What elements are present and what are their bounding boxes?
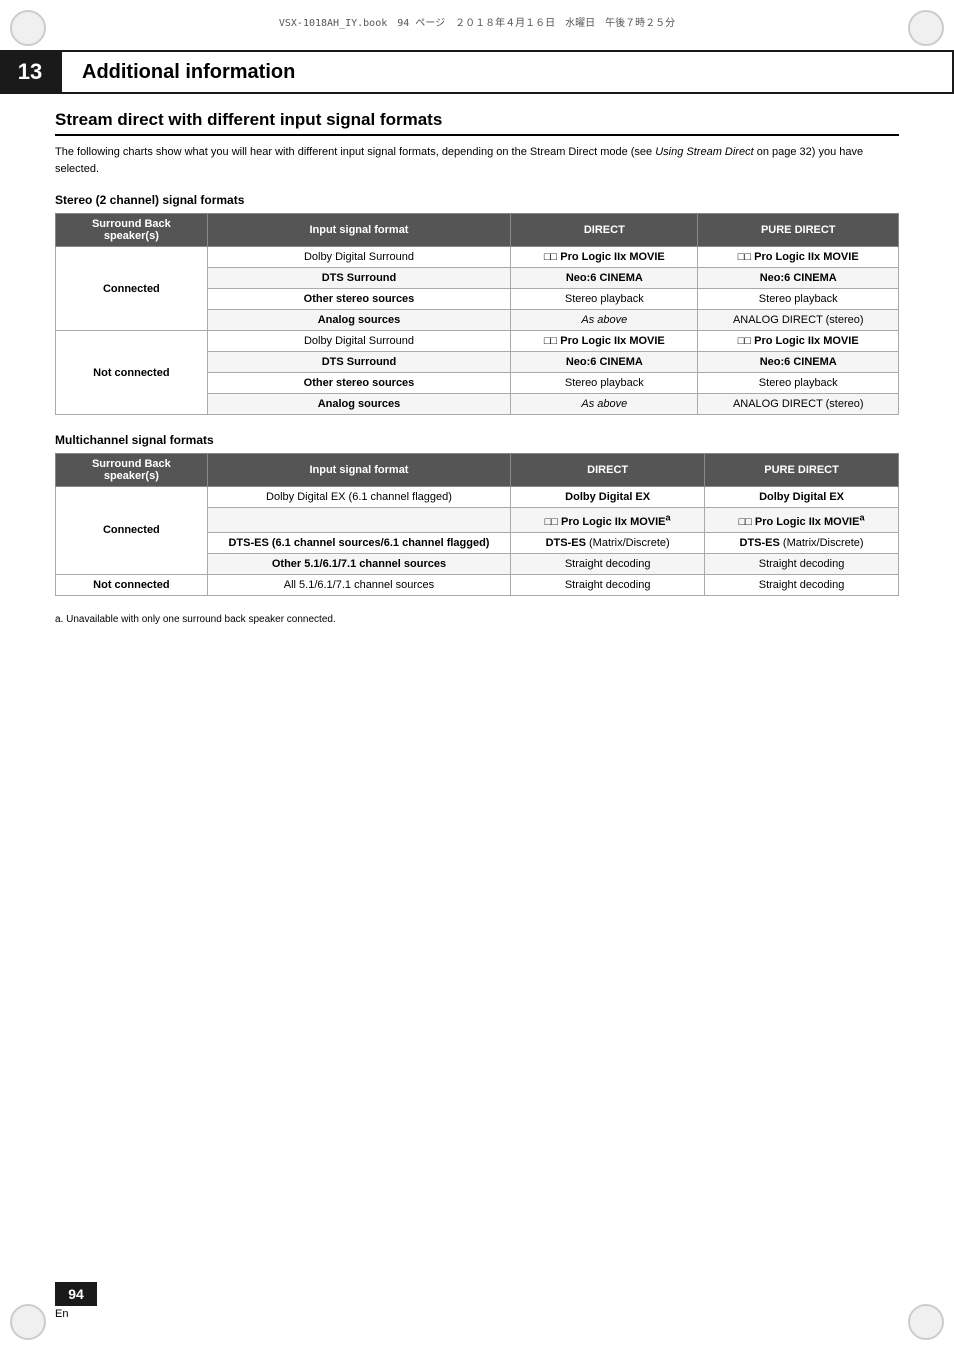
table-row: Not connected All 5.1/6.1/7.1 channel so… <box>56 574 899 595</box>
pure-direct-cell: □□ Pro Logic IIx MOVIE <box>698 331 899 352</box>
speaker-connected: Connected <box>56 247 208 331</box>
footnote: a. Unavailable with only one surround ba… <box>55 614 899 625</box>
top-file-info: VSX-1018AH_IY.book 94 ページ ２０１８年４月１６日 水曜日… <box>60 14 894 29</box>
pure-direct-cell: Stereo playback <box>698 289 899 310</box>
mc-input-format-cell <box>207 508 510 533</box>
direct-cell: As above <box>511 310 698 331</box>
mc-input-format-cell: Other 5.1/6.1/7.1 channel sources <box>207 553 510 574</box>
mc-pure-direct-cell: Straight decoding <box>705 574 899 595</box>
stereo-subsection-title: Stereo (2 channel) signal formats <box>55 193 899 207</box>
mc-input-format-cell: DTS-ES (6.1 channel sources/6.1 channel … <box>207 532 510 553</box>
mc-input-format-cell: Dolby Digital EX (6.1 channel flagged) <box>207 487 510 508</box>
mc-col-header-speaker: Surround Back speaker(s) <box>56 454 208 487</box>
pure-direct-cell: ANALOG DIRECT (stereo) <box>698 394 899 415</box>
mc-col-header-input: Input signal format <box>207 454 510 487</box>
pure-direct-cell: ANALOG DIRECT (stereo) <box>698 310 899 331</box>
mc-pure-direct-cell: Dolby Digital EX <box>705 487 899 508</box>
chapter-title: Additional information <box>82 61 295 84</box>
table-row: Connected Dolby Digital Surround □□ Pro … <box>56 247 899 268</box>
direct-cell: Stereo playback <box>511 289 698 310</box>
mc-col-header-direct: DIRECT <box>511 454 705 487</box>
page-number: 94 <box>55 1282 97 1306</box>
input-format-cell: DTS Surround <box>207 268 510 289</box>
mc-input-format-cell: All 5.1/6.1/7.1 channel sources <box>207 574 510 595</box>
direct-cell: As above <box>511 394 698 415</box>
input-format-cell: Analog sources <box>207 310 510 331</box>
speaker-not-connected: Not connected <box>56 331 208 415</box>
mc-direct-cell: Dolby Digital EX <box>511 487 705 508</box>
direct-cell: □□ Pro Logic IIx MOVIE <box>511 247 698 268</box>
mc-speaker-not-connected: Not connected <box>56 574 208 595</box>
chapter-header: 13 Additional information <box>0 50 954 94</box>
mc-direct-cell: □□ Pro Logic IIx MOVIEa <box>511 508 705 533</box>
section-title: Stream direct with different input signa… <box>55 110 899 136</box>
input-format-cell: Dolby Digital Surround <box>207 331 510 352</box>
pure-direct-cell: Stereo playback <box>698 373 899 394</box>
mc-pure-direct-cell: DTS-ES (Matrix/Discrete) <box>705 532 899 553</box>
multichannel-table: Surround Back speaker(s) Input signal fo… <box>55 453 899 596</box>
pure-direct-cell: □□ Pro Logic IIx MOVIE <box>698 247 899 268</box>
pure-direct-cell: Neo:6 CINEMA <box>698 268 899 289</box>
multichannel-subsection-title: Multichannel signal formats <box>55 433 899 447</box>
section-description: The following charts show what you will … <box>55 144 899 177</box>
input-format-cell: Analog sources <box>207 394 510 415</box>
direct-cell: □□ Pro Logic IIx MOVIE <box>511 331 698 352</box>
mc-direct-cell: DTS-ES (Matrix/Discrete) <box>511 532 705 553</box>
chapter-title-box: Additional information <box>60 50 954 94</box>
direct-cell: Neo:6 CINEMA <box>511 352 698 373</box>
mc-pure-direct-cell: Straight decoding <box>705 553 899 574</box>
main-content: Stream direct with different input signa… <box>55 110 899 643</box>
page-lang: En <box>55 1308 97 1320</box>
input-format-cell: DTS Surround <box>207 352 510 373</box>
input-format-cell: Dolby Digital Surround <box>207 247 510 268</box>
input-format-cell: Other stereo sources <box>207 289 510 310</box>
mc-direct-cell: Straight decoding <box>511 553 705 574</box>
stereo-col-header-speaker: Surround Back speaker(s) <box>56 214 208 247</box>
stereo-col-header-pure: PURE DIRECT <box>698 214 899 247</box>
page-footer: 94 En <box>55 1282 97 1320</box>
mc-speaker-connected: Connected <box>56 487 208 575</box>
chapter-number: 13 <box>0 50 60 94</box>
corner-decoration-tr <box>908 10 944 46</box>
mc-direct-cell: Straight decoding <box>511 574 705 595</box>
direct-cell: Neo:6 CINEMA <box>511 268 698 289</box>
table-row: Connected Dolby Digital EX (6.1 channel … <box>56 487 899 508</box>
mc-col-header-pure: PURE DIRECT <box>705 454 899 487</box>
stereo-table: Surround Back speaker(s) Input signal fo… <box>55 213 899 415</box>
corner-decoration-bl <box>10 1304 46 1340</box>
corner-decoration-br <box>908 1304 944 1340</box>
direct-cell: Stereo playback <box>511 373 698 394</box>
table-row: Not connected Dolby Digital Surround □□ … <box>56 331 899 352</box>
input-format-cell: Other stereo sources <box>207 373 510 394</box>
pure-direct-cell: Neo:6 CINEMA <box>698 352 899 373</box>
stereo-col-header-input: Input signal format <box>207 214 510 247</box>
mc-pure-direct-cell: □□ Pro Logic IIx MOVIEa <box>705 508 899 533</box>
stereo-col-header-direct: DIRECT <box>511 214 698 247</box>
corner-decoration-tl <box>10 10 46 46</box>
